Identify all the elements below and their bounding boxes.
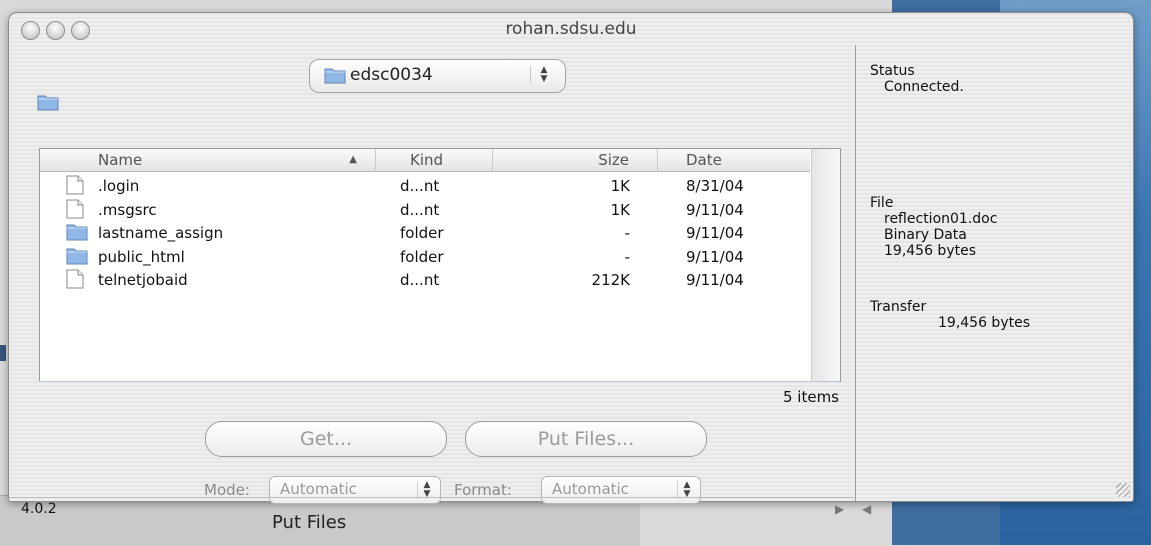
browser-pane: edsc0034 ▲ ▼ Name ▲ Kind Size Date .logi…: [9, 45, 854, 517]
file-kind-cell: d...nt: [400, 271, 440, 289]
background-window-label: Put Files: [272, 512, 347, 533]
format-select[interactable]: Automatic ▲ ▼: [541, 476, 701, 504]
column-label: Size: [598, 151, 629, 169]
file-size-cell: -: [624, 224, 630, 242]
status-value: Connected.: [884, 79, 964, 95]
list-header: Name ▲ Kind Size Date: [40, 149, 828, 172]
get-button[interactable]: Get...: [205, 421, 447, 457]
transfer-section: Transfer 19,456 bytes: [870, 299, 1030, 331]
file-size-cell: 1K: [610, 200, 630, 219]
status-bar-divider: [9, 497, 854, 498]
table-row[interactable]: public_html folder - 9/11/04: [40, 246, 810, 269]
file-heading: File: [870, 195, 894, 211]
file-name: reflection01.doc: [884, 211, 998, 227]
table-row[interactable]: .msgsrc d...nt 1K 9/11/04: [40, 199, 810, 222]
popup-arrows-icon: ▲ ▼: [530, 66, 553, 84]
table-row[interactable]: lastname_assign folder - 9/11/04: [40, 222, 810, 245]
column-header-kind[interactable]: Kind: [376, 149, 493, 171]
file-list[interactable]: Name ▲ Kind Size Date .login d...nt 1K 8/31…: [39, 148, 841, 382]
vertical-scrollbar[interactable]: [811, 149, 840, 381]
file-date-cell: 9/11/04: [686, 224, 744, 242]
column-header-size[interactable]: Size: [493, 149, 658, 171]
mode-select[interactable]: Automatic ▲ ▼: [269, 476, 441, 504]
file-kind-cell: d...nt: [400, 200, 440, 219]
file-section: File reflection01.doc Binary Data 19,456…: [870, 195, 997, 259]
file-size-cell: -: [624, 247, 630, 266]
root-folder-icon[interactable]: [37, 93, 59, 115]
folder-icon: [324, 66, 346, 88]
file-size: 19,456 bytes: [884, 243, 977, 259]
ftp-window: rohan.sdsu.edu edsc0034 ▲▼ Name ▲ Kind: [8, 12, 1134, 517]
mode-value: Automatic: [280, 480, 357, 498]
title-bar[interactable]: rohan.sdsu.edu: [9, 13, 1133, 45]
file-name-cell: .login: [98, 177, 140, 195]
directory-name: edsc0034: [350, 65, 433, 85]
folder-icon: [66, 246, 88, 269]
file-date-cell: 9/11/04: [686, 271, 744, 289]
sort-ascending-icon: ▲: [349, 154, 357, 165]
background-window-fragment: [0, 345, 6, 361]
expand-drawer-icon[interactable]: ▶: [835, 502, 844, 516]
directory-popup[interactable]: edsc0034 ▲ ▼: [309, 59, 566, 93]
window-title: rohan.sdsu.edu: [505, 19, 637, 39]
format-value: Automatic: [552, 480, 629, 498]
file-kind-cell: folder: [400, 247, 444, 266]
document-icon: [66, 175, 84, 199]
resize-grip-icon[interactable]: [1116, 483, 1130, 497]
item-count: 5 items: [782, 388, 839, 406]
collapse-drawer-icon[interactable]: ◀: [862, 502, 871, 516]
folder-icon: [66, 222, 88, 245]
transfer-value: 19,456 bytes: [938, 315, 1031, 331]
divider: [39, 381, 839, 382]
document-icon: [66, 269, 84, 293]
document-icon: [66, 199, 84, 223]
column-header-date[interactable]: Date: [658, 149, 828, 171]
file-size-cell: 212K: [591, 271, 630, 289]
file-type: Binary Data: [884, 227, 967, 243]
file-name-cell: lastname_assign: [98, 224, 224, 242]
file-size-cell: 1K: [610, 177, 630, 195]
file-date-cell: 9/11/04: [686, 247, 744, 266]
transfer-heading: Transfer: [870, 299, 927, 315]
file-date-cell: 8/31/04: [686, 177, 744, 195]
file-name-cell: .msgsrc: [98, 200, 157, 219]
file-name-cell: public_html: [98, 247, 185, 266]
status-heading: Status: [870, 63, 915, 79]
file-date-cell: 9/11/04: [686, 200, 744, 219]
info-drawer: Status Connected. File reflection01.doc …: [855, 45, 1134, 516]
put-files-button[interactable]: Put Files...: [465, 421, 707, 457]
column-header-name[interactable]: Name ▲: [40, 149, 376, 171]
table-row[interactable]: .login d...nt 1K 8/31/04: [40, 175, 810, 198]
column-label: Date: [686, 151, 722, 169]
column-label: Name: [98, 151, 143, 169]
file-name-cell: telnetjobaid: [98, 271, 188, 289]
file-kind-cell: d...nt: [400, 177, 440, 195]
file-kind-cell: folder: [400, 224, 444, 242]
status-section: Status Connected.: [870, 63, 964, 95]
version-label: 4.0.2: [21, 501, 57, 517]
table-row[interactable]: telnetjobaid d...nt 212K 9/11/04: [40, 269, 810, 292]
column-label: Kind: [410, 151, 444, 169]
